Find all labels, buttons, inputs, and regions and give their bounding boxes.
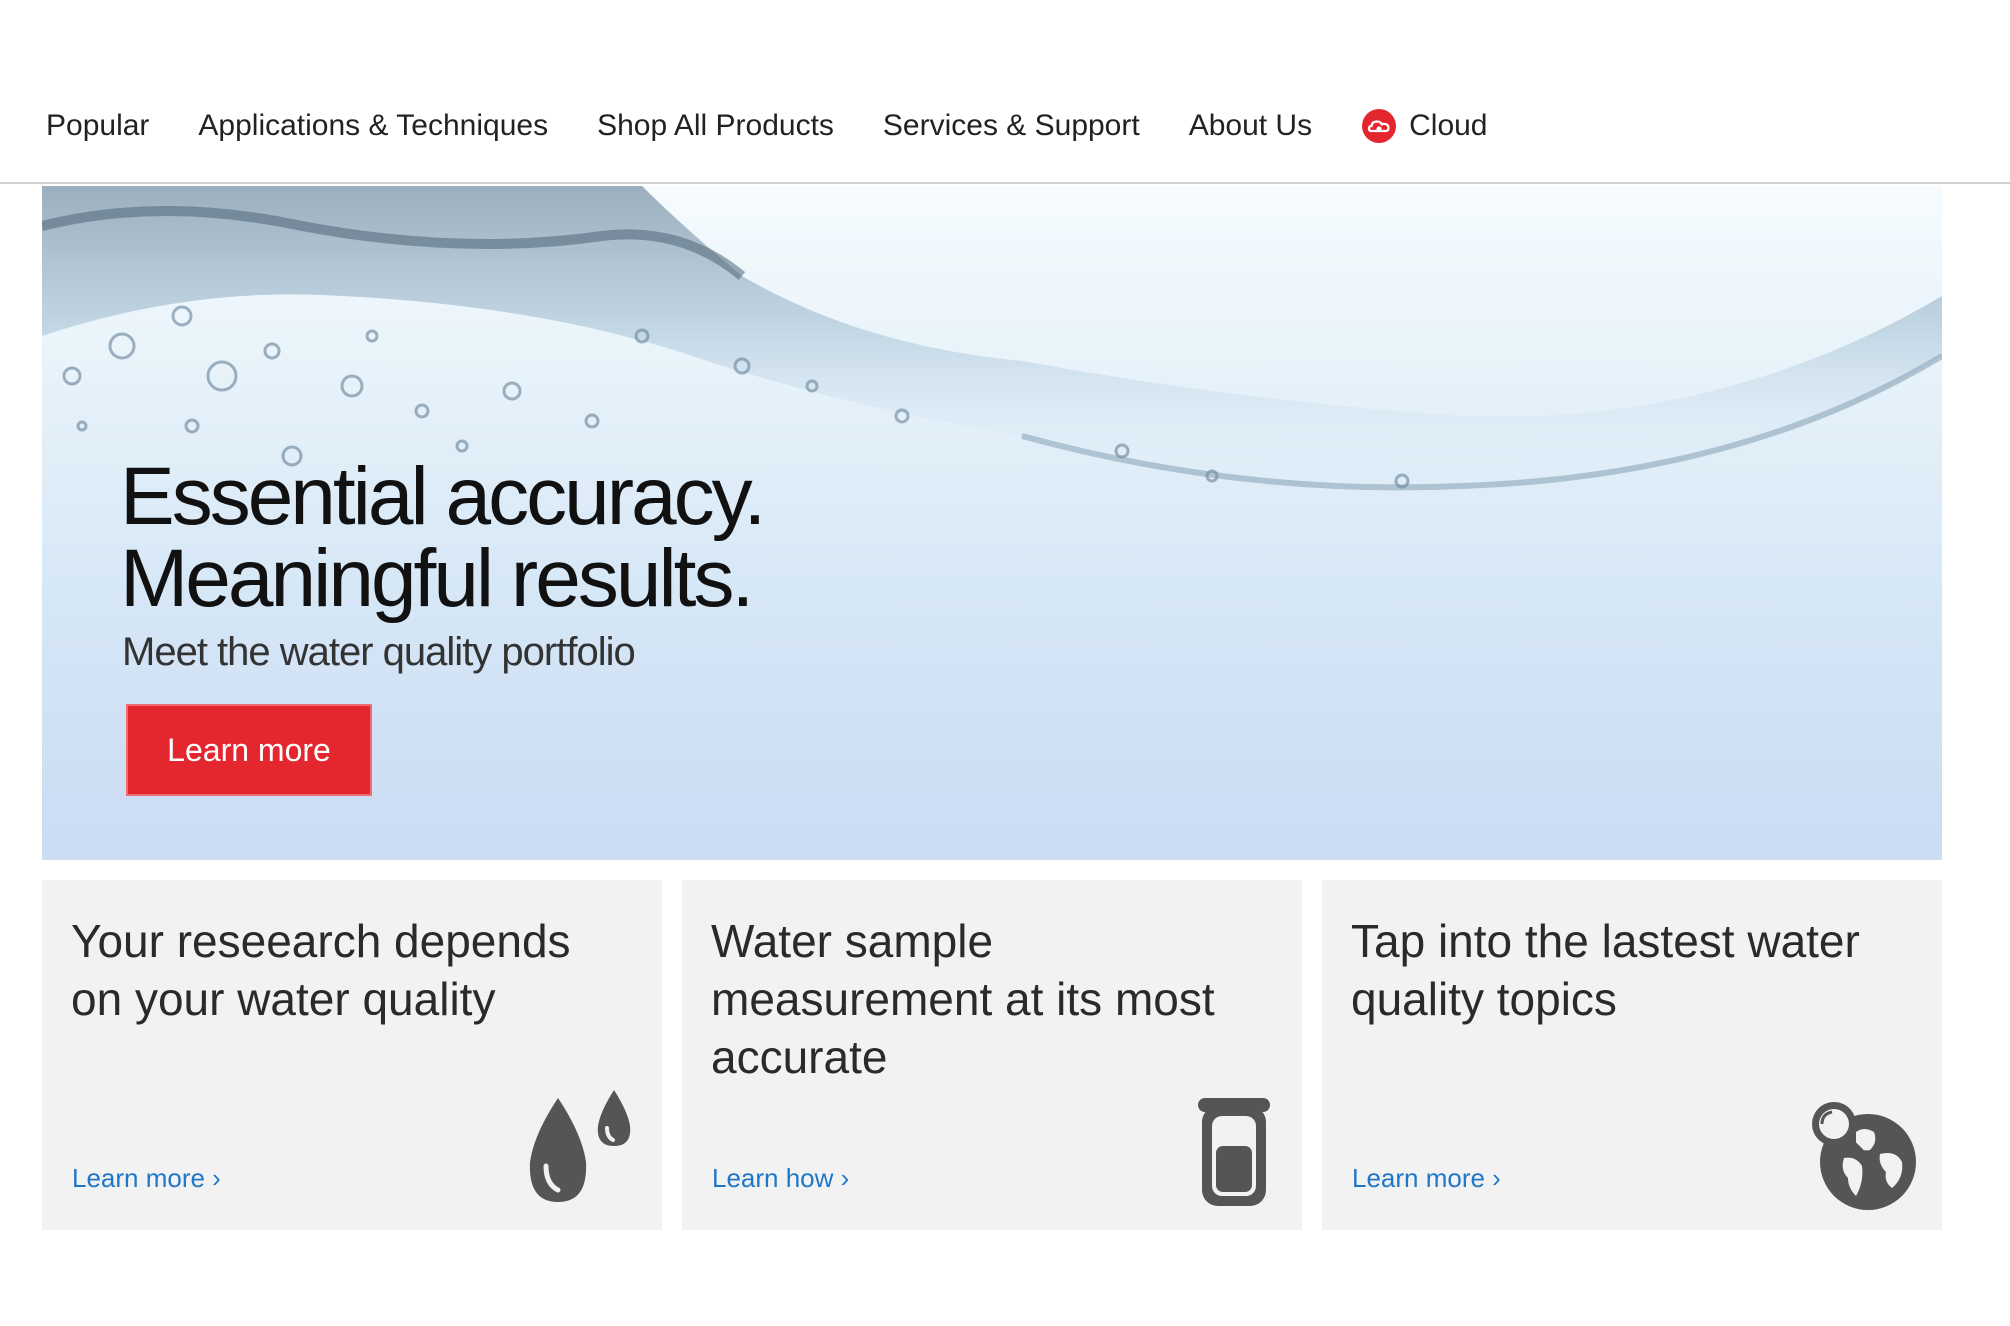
globe-search-icon <box>1812 1102 1916 1210</box>
hero-headline-line1: Essential accuracy. <box>120 451 766 542</box>
main-navigation: Popular Applications & Techniques Shop A… <box>0 0 2010 184</box>
card-learn-how-link[interactable]: Learn how › <box>712 1163 849 1194</box>
card-water-quality-topics: Tap into the lastest water quality topic… <box>1322 880 1942 1230</box>
nav-item-about-us[interactable]: About Us <box>1189 109 1312 143</box>
nav-item-label: Applications & Techniques <box>198 109 549 142</box>
card-water-quality-research: Your reseearch depends on your water qua… <box>42 880 662 1230</box>
nav-item-cloud[interactable]: Cloud <box>1361 108 1488 144</box>
nav-item-popular[interactable]: Popular <box>46 109 149 143</box>
hero-headline-line2: Meaningful results. <box>120 533 754 624</box>
card-title: Tap into the lastest water quality topic… <box>1351 915 1860 1025</box>
water-drops-icon <box>529 1090 631 1202</box>
card-learn-more-link[interactable]: Learn more › <box>1352 1163 1501 1194</box>
nav-item-shop-all-products[interactable]: Shop All Products <box>597 109 834 143</box>
nav-item-label: About Us <box>1188 109 1313 142</box>
nav-item-label: Cloud <box>1409 109 1488 142</box>
hero-headline: Essential accuracy. Meaningful results. <box>120 456 766 620</box>
card-title: Water sample measurement at its most acc… <box>711 915 1215 1083</box>
nav-item-applications-techniques[interactable]: Applications & Techniques <box>198 109 548 143</box>
hero-subtitle: Meet the water quality portfolio <box>122 630 636 674</box>
card-sample-measurement: Water sample measurement at its most acc… <box>682 880 1302 1230</box>
sample-tube-icon <box>1198 1098 1270 1206</box>
card-learn-more-link[interactable]: Learn more › <box>72 1163 221 1194</box>
hero-learn-more-button[interactable]: Learn more <box>126 704 372 796</box>
nav-menu: Popular Applications & Techniques Shop A… <box>46 108 1537 144</box>
card-title: Your reseearch depends on your water qua… <box>71 915 571 1025</box>
cloud-icon <box>1362 109 1397 143</box>
nav-item-services-support[interactable]: Services & Support <box>883 109 1140 143</box>
nav-item-label: Popular <box>46 109 150 142</box>
hero-banner: Essential accuracy. Meaningful results. … <box>42 186 1942 860</box>
nav-item-label: Services & Support <box>882 109 1140 142</box>
nav-item-label: Shop All Products <box>597 109 834 142</box>
